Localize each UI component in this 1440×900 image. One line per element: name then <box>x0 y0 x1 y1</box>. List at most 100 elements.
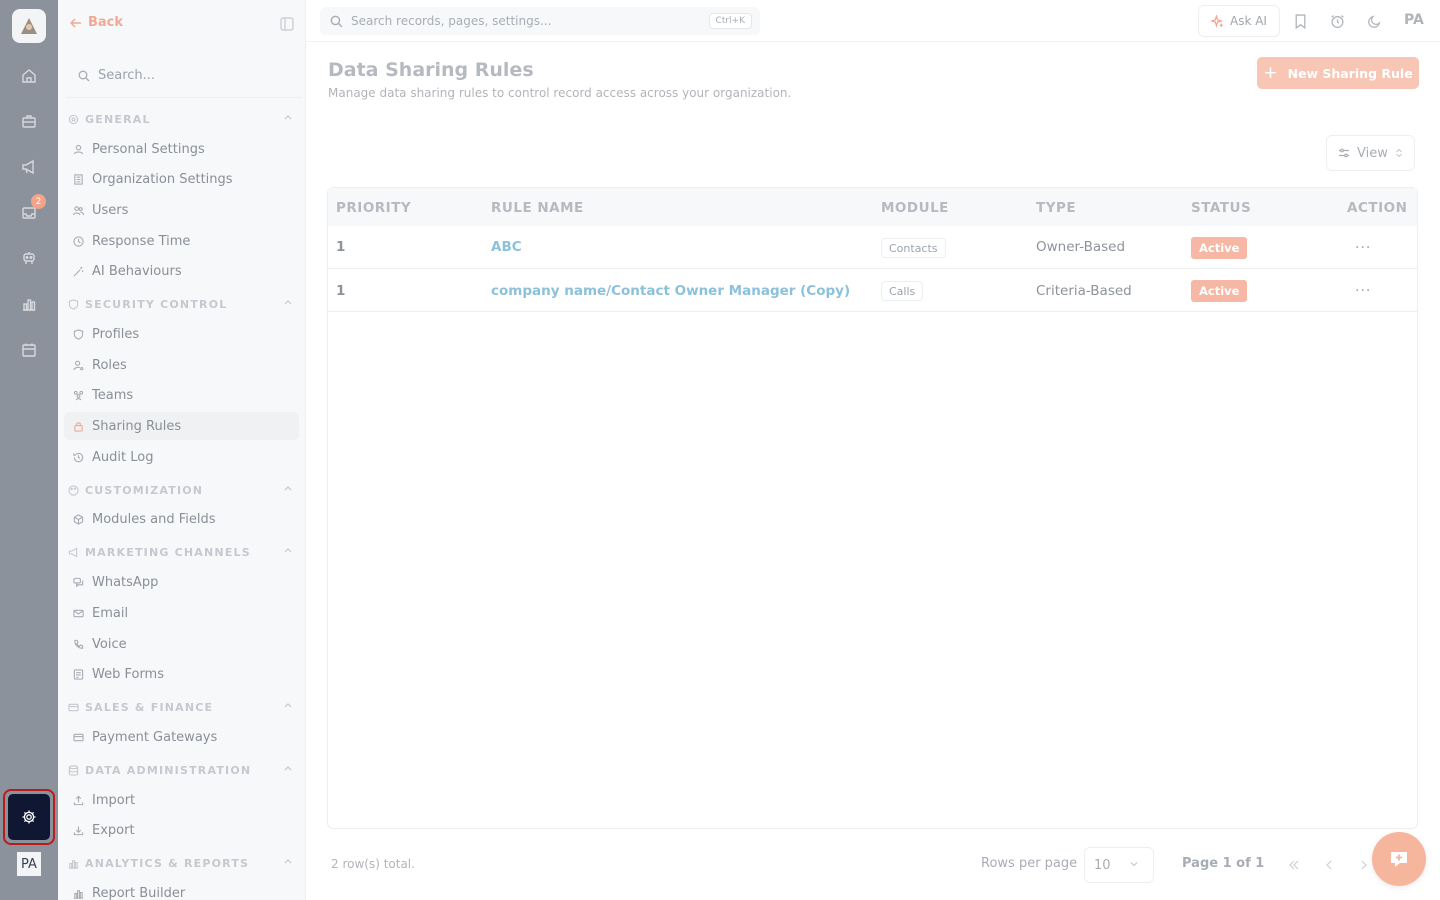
search-icon <box>78 70 90 81</box>
table-header: PRIORITY RULE NAME MODULE TYPE STATUS AC… <box>328 188 1417 226</box>
column-header-module[interactable]: MODULE <box>881 200 949 216</box>
section-general[interactable]: GENERAL <box>68 110 295 128</box>
section-sales-finance[interactable]: SALES & FINANCE <box>68 698 295 716</box>
sidebar-item-voice[interactable]: Voice <box>64 630 299 658</box>
sidebar-item-ai-behaviours[interactable]: AI Behaviours <box>64 257 299 285</box>
column-header-type[interactable]: TYPE <box>1036 200 1076 216</box>
section-data-administration[interactable]: DATA ADMINISTRATION <box>68 761 295 779</box>
chevron-up-icon <box>284 766 292 771</box>
sidebar-item-teams[interactable]: Teams <box>64 381 299 409</box>
briefcase-icon[interactable] <box>19 111 39 131</box>
chevron-down-icon <box>1130 862 1138 867</box>
cube-icon <box>72 513 84 525</box>
row-actions-menu[interactable]: ... <box>1355 236 1371 252</box>
user-avatar[interactable]: PA <box>17 852 41 876</box>
sidebar-item-sharing-rules[interactable]: Sharing Rules <box>64 412 299 440</box>
column-header-priority[interactable]: PRIORITY <box>336 200 411 216</box>
sidebar-item-organization-settings[interactable]: Organization Settings <box>64 165 299 193</box>
sidebar-item-label: Organization Settings <box>92 171 233 187</box>
sidebar-item-payment-gateways[interactable]: Payment Gateways <box>64 723 299 751</box>
new-sharing-rule-button[interactable]: + New Sharing Rule <box>1257 57 1419 89</box>
collapse-sidebar-icon[interactable] <box>280 17 294 31</box>
section-general-label: GENERAL <box>85 112 151 126</box>
app-rail: 2 PA <box>0 0 58 900</box>
sidebar-item-response-time[interactable]: Response Time <box>64 227 299 255</box>
team-icon <box>72 389 84 401</box>
status-badge: Active <box>1191 280 1248 302</box>
sidebar-item-profiles[interactable]: Profiles <box>64 320 299 348</box>
credit-card-icon <box>72 731 84 743</box>
alarm-clock-icon[interactable] <box>1328 12 1346 30</box>
shield-small-icon <box>72 328 84 340</box>
upload-icon <box>72 794 84 806</box>
robot-icon[interactable] <box>19 248 39 268</box>
table-row[interactable]: 1 company name/Contact Owner Manager (Co… <box>328 269 1417 312</box>
sidebar-item-export[interactable]: Export <box>64 816 299 844</box>
section-data-admin-label: DATA ADMINISTRATION <box>85 763 252 777</box>
chat-icon <box>72 576 84 588</box>
global-search-input[interactable]: Search records, pages, settings... Ctrl+… <box>320 7 760 35</box>
sidebar-item-whatsapp[interactable]: WhatsApp <box>64 568 299 596</box>
sidebar-item-modules-fields[interactable]: Modules and Fields <box>64 505 299 533</box>
section-security-control[interactable]: SECURITY CONTROL <box>68 295 295 313</box>
status-badge: Active <box>1191 237 1248 259</box>
sidebar-item-report-builder[interactable]: Report Builder <box>64 879 299 900</box>
column-header-rule-name[interactable]: RULE NAME <box>491 200 584 216</box>
database-icon <box>68 764 79 776</box>
sliders-icon <box>1339 148 1349 158</box>
history-icon <box>72 451 84 463</box>
sharing-rules-table: PRIORITY RULE NAME MODULE TYPE STATUS AC… <box>327 187 1418 829</box>
sidebar-item-label: Modules and Fields <box>92 511 216 527</box>
sidebar-item-roles[interactable]: Roles <box>64 351 299 379</box>
type-cell: Owner-Based <box>1036 239 1126 255</box>
wand-icon <box>72 265 84 277</box>
section-marketing-channels[interactable]: MARKETING CHANNELS <box>68 543 295 561</box>
rows-per-page-select[interactable]: 10 <box>1084 847 1154 883</box>
ask-ai-button[interactable]: Ask AI <box>1198 5 1280 37</box>
sidebar-item-users[interactable]: Users <box>64 196 299 224</box>
sidebar-item-import[interactable]: Import <box>64 786 299 814</box>
sidebar-item-label: Teams <box>92 387 134 403</box>
page-subtitle: Manage data sharing rules to control rec… <box>328 86 792 100</box>
previous-page-button[interactable] <box>1315 851 1343 879</box>
sidebar-item-label: Response Time <box>92 233 191 249</box>
sidebar-item-label: Profiles <box>92 326 140 342</box>
app-logo[interactable] <box>12 9 46 43</box>
rule-name-link[interactable]: company name/Contact Owner Manager (Copy… <box>491 283 850 299</box>
settings-sidebar: Back Search... GENERAL Personal Settings… <box>58 0 306 900</box>
view-options-button[interactable]: View <box>1326 135 1415 171</box>
megaphone-icon[interactable] <box>19 157 39 177</box>
support-chat-button[interactable] <box>1372 832 1426 886</box>
user-menu-avatar[interactable]: PA <box>1404 12 1424 28</box>
sidebar-search-input[interactable]: Search... <box>66 54 302 98</box>
search-icon <box>330 15 343 27</box>
chevron-left-icon <box>1326 860 1332 870</box>
moon-icon[interactable] <box>1365 12 1383 30</box>
type-cell: Criteria-Based <box>1036 283 1132 299</box>
chevron-up-icon <box>284 703 292 708</box>
sidebar-item-label: Voice <box>92 636 127 652</box>
home-icon[interactable] <box>19 66 39 86</box>
rule-name-link[interactable]: ABC <box>491 239 522 255</box>
sidebar-item-label: WhatsApp <box>92 574 159 590</box>
settings-button[interactable] <box>3 789 55 845</box>
column-header-status[interactable]: STATUS <box>1191 200 1251 216</box>
table-row[interactable]: 1 ABC Contacts Owner-Based Active ... <box>328 226 1417 269</box>
sidebar-item-web-forms[interactable]: Web Forms <box>64 660 299 688</box>
calendar-icon[interactable] <box>19 340 39 360</box>
ask-ai-label: Ask AI <box>1230 14 1267 28</box>
sidebar-item-email[interactable]: Email <box>64 599 299 627</box>
sidebar-search-placeholder: Search... <box>98 68 156 83</box>
first-page-button[interactable] <box>1280 851 1308 879</box>
sidebar-item-audit-log[interactable]: Audit Log <box>64 443 299 471</box>
section-analytics-reports[interactable]: ANALYTICS & REPORTS <box>68 854 295 872</box>
section-customization[interactable]: CUSTOMIZATION <box>68 481 295 499</box>
row-actions-menu[interactable]: ... <box>1355 279 1371 295</box>
sidebar-item-personal-settings[interactable]: Personal Settings <box>64 135 299 163</box>
back-link[interactable]: Back <box>70 15 123 30</box>
chart-icon[interactable] <box>19 294 39 314</box>
back-label: Back <box>88 15 124 30</box>
bookmark-icon[interactable] <box>1291 12 1309 30</box>
chevron-up-icon <box>284 859 292 864</box>
module-badge: Calls <box>881 281 924 301</box>
